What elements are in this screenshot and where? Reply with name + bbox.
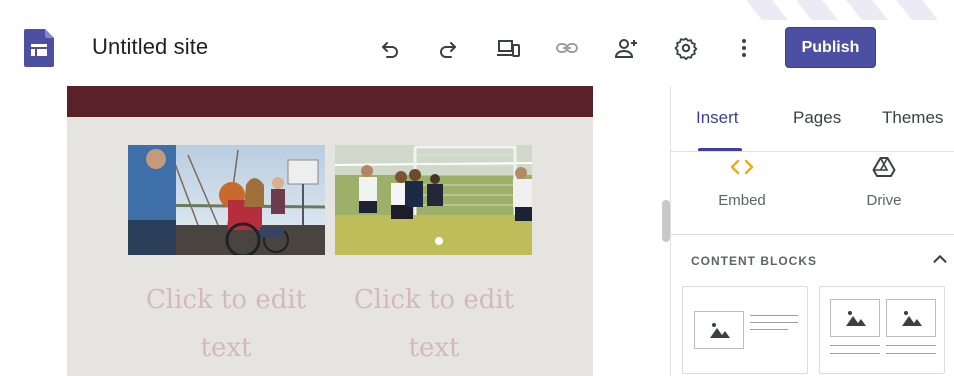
chevron-up-icon[interactable] [929,248,951,270]
text-placeholder-left[interactable]: Click to edit text [126,276,326,372]
google-sites-logo-icon[interactable] [24,29,54,67]
text-placeholder-right[interactable]: Click to edit text [334,276,534,372]
kids-soccer-photo[interactable] [335,145,532,255]
app-header: Untitled site Publish [0,0,954,86]
block-text-line [750,322,798,323]
insert-embed-label: Embed [718,192,766,209]
header-decoration [694,0,954,20]
google-drive-icon [872,157,896,177]
site-page[interactable]: Click to edit text Click to edit text [67,86,593,376]
settings-gear-icon[interactable] [671,33,701,63]
image-icon [902,311,922,326]
content-blocks-heading: CONTENT BLOCKS [691,254,817,268]
editor-canvas: Click to edit text Click to edit text [0,86,670,376]
site-title[interactable]: Untitled site [92,34,208,60]
block-text-line [750,315,798,316]
block-image-placeholder [830,299,880,337]
tab-themes[interactable]: Themes [882,108,943,128]
embed-code-icon [730,159,754,175]
block-image-placeholder [886,299,936,337]
tab-insert[interactable]: Insert [696,108,739,128]
image-icon [846,311,866,326]
block-text-line [750,329,788,330]
block-text-line [830,345,880,346]
canvas-scrollbar-thumb[interactable] [662,200,670,242]
image-icon [710,323,730,338]
link-icon[interactable] [552,33,582,63]
block-image-placeholder [694,311,744,349]
tab-pages[interactable]: Pages [793,108,841,128]
redo-icon[interactable] [433,33,463,63]
content-block-image-text[interactable] [682,286,808,374]
insert-drive-button[interactable]: Drive [829,152,939,232]
block-text-line [886,353,936,354]
content-block-two-images[interactable] [819,286,945,374]
panel-divider [671,234,954,235]
wheelchair-basketball-photo[interactable] [128,145,325,255]
side-panel: Insert Pages Themes Embed Drive CONTENT … [670,86,954,376]
preview-devices-icon[interactable] [493,33,523,63]
insert-drive-label: Drive [866,192,902,209]
undo-icon[interactable] [375,33,405,63]
block-text-line [886,345,936,346]
insert-embed-button[interactable]: Embed [687,152,797,232]
block-text-line [830,353,880,354]
publish-button[interactable]: Publish [785,27,876,68]
page-header-banner[interactable] [67,86,593,117]
more-vert-icon[interactable] [729,33,759,63]
share-add-person-icon[interactable] [611,33,641,63]
